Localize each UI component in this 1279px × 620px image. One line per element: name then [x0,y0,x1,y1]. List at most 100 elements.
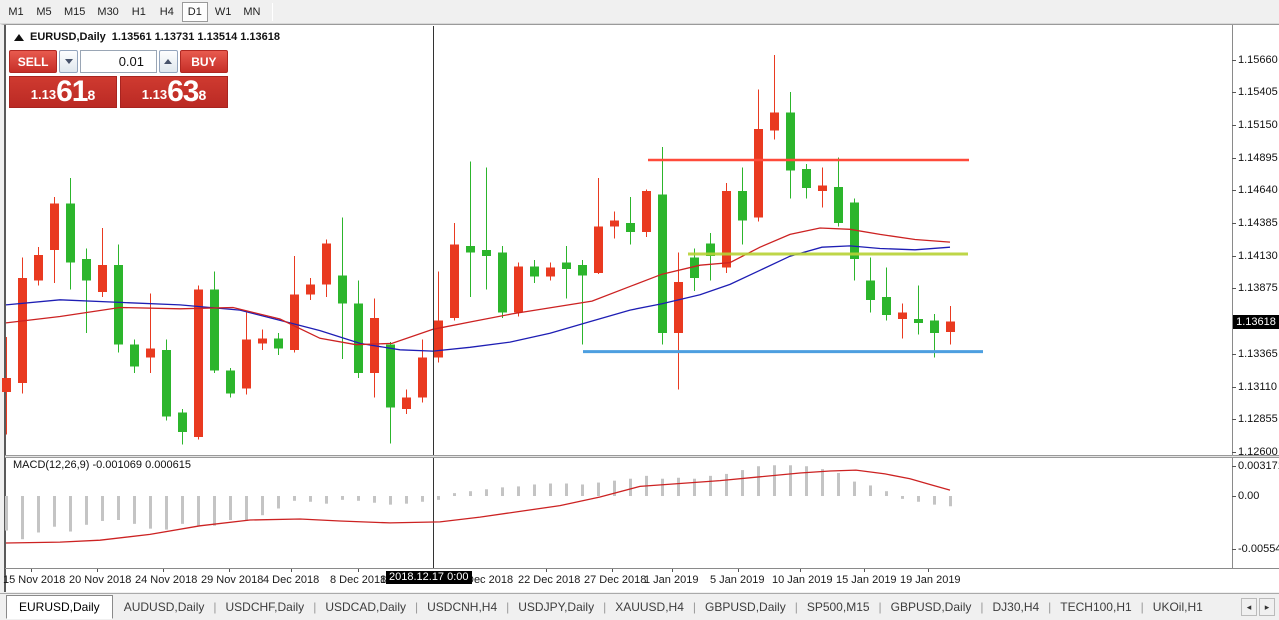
tabs-scroll-left[interactable]: ◂ [1241,598,1257,616]
macd-histogram-bar [805,466,808,496]
chart-tab-xauusd-h4[interactable]: XAUUSD,H4 [606,597,693,617]
date-tick-label: 4 Dec 2018 [263,574,319,586]
candle-bear [738,191,747,220]
candle-bull [546,268,555,277]
lot-decrease-button[interactable] [59,50,78,73]
sell-price-panel[interactable]: 1.13 61 8 [9,76,117,108]
macd-histogram-bar [101,496,104,521]
collapse-panel-icon[interactable] [14,34,24,41]
macd-histogram-bar [917,496,920,502]
candle-bear [114,265,123,345]
chart-tab-eurusd-daily[interactable]: EURUSD,Daily [6,595,113,619]
macd-histogram-bar [53,496,56,527]
price-tick-label: 1.14385 [1238,217,1278,229]
ma-fast-line [6,228,950,345]
macd-histogram-bar [277,496,280,508]
macd-histogram-bar [725,474,728,496]
candle-bear [466,246,475,252]
macd-histogram-bar [149,496,152,529]
macd-histogram-bar [357,496,360,501]
price-tick-label: 1.12855 [1238,413,1278,425]
macd-histogram-bar [37,496,40,532]
chart-tab-usdcnh-h4[interactable]: USDCNH,H4 [418,597,506,617]
chart-tab-gbpusd-daily[interactable]: GBPUSD,Daily [882,597,981,617]
macd-histogram-bar [197,496,200,526]
candle-bull [34,255,43,281]
chart-tab-usdcad-daily[interactable]: USDCAD,Daily [316,597,415,617]
candle-bear [66,204,75,263]
candle-bear [866,281,875,300]
candle-bear [210,290,219,371]
macd-histogram-bar [757,466,760,496]
macd-histogram-bar [869,485,872,496]
macd-histogram-bar [677,478,680,496]
tab-scroll-buttons: ◂▸ [1241,598,1279,616]
buy-price-base: 1.13 [142,85,167,105]
chart-tab-tech100-h1[interactable]: TECH100,H1 [1051,597,1140,617]
arrow-up-icon [164,59,172,64]
candle-bull [18,278,27,383]
price-tick-label: 1.14130 [1238,250,1278,262]
macd-histogram-bar [405,496,408,504]
macd-histogram-bar [837,473,840,496]
date-tick-label: 19 Jan 2019 [900,574,961,586]
lot-increase-button[interactable] [159,50,178,73]
date-tick-label: 24 Nov 2018 [135,574,197,586]
macd-histogram-bar [933,496,936,505]
buy-price-pip: 8 [198,77,206,113]
price-tick-label: 1.12600 [1238,446,1278,458]
candle-bull [818,186,827,191]
date-tick-label: 5 Jan 2019 [710,574,764,586]
candle-bear [482,250,491,256]
macd-histogram-bar [533,484,536,496]
candle-bull [434,320,443,357]
macd-histogram-bar [661,479,664,496]
chart-tab-usdjpy-daily[interactable]: USDJPY,Daily [509,597,603,617]
chart-tab-gbpusd-daily[interactable]: GBPUSD,Daily [696,597,795,617]
macd-histogram-bar [485,489,488,496]
candle-bear [786,113,795,171]
candle-bull [290,295,299,350]
date-tick-label: Dec 2018 [466,574,513,586]
macd-histogram-bar [69,496,72,532]
macd-histogram-bar [469,491,472,496]
macd-pane-bottom-border [5,568,1279,569]
candle-bear [530,266,539,276]
chart-tab-dj30-h4[interactable]: DJ30,H4 [983,597,1048,617]
mt4-terminal: M1M5M15M30H1H4D1W1MN EURUSD,Daily 1.1356… [0,0,1279,620]
sell-button[interactable]: SELL [9,50,57,73]
macd-histogram-bar [245,496,248,521]
macd-histogram-bar [293,496,296,501]
date-tick-mark [864,569,865,572]
date-tick-label: 20 Nov 2018 [69,574,131,586]
buy-price-panel[interactable]: 1.13 63 8 [120,76,228,108]
vline-date-badge: 2018.12.17 0:00 [386,571,472,584]
candle-bear [354,304,363,373]
macd-histogram-bar [821,469,824,496]
candle-bear [178,413,187,432]
macd-histogram-bar [325,496,328,504]
chart-tab-usdchf-daily[interactable]: USDCHF,Daily [217,597,314,617]
chart-tab-sp500-m15[interactable]: SP500,M15 [798,597,879,617]
chart-tab-ukoil-h1[interactable]: UKOil,H1 [1144,597,1212,617]
candle-bull [242,340,251,389]
sell-price-base: 1.13 [31,85,56,105]
candle-bull [146,349,155,358]
tabs-scroll-right[interactable]: ▸ [1259,598,1275,616]
candle-bear [274,338,283,348]
macd-histogram-bar [421,496,424,502]
price-tick-label: 1.15150 [1238,119,1278,131]
macd-histogram-bar [453,493,456,496]
date-tick-mark [672,569,673,572]
pane-splitter[interactable] [5,455,1279,458]
lot-size-input[interactable] [80,50,157,73]
macd-histogram-bar [597,483,600,496]
buy-button[interactable]: BUY [180,50,228,73]
date-tick-label: 27 Dec 2018 [584,574,646,586]
candle-bear [498,252,507,312]
candle-bull [306,284,315,294]
buy-price-main: 63 [167,79,198,105]
date-tick-label: 15 Nov 2018 [3,574,65,586]
date-tick-mark [291,569,292,572]
chart-tab-audusd-daily[interactable]: AUDUSD,Daily [115,597,214,617]
